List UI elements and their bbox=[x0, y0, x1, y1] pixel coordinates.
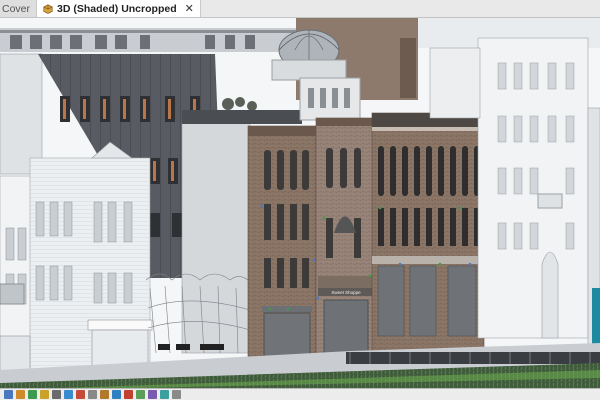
show-crop-icon[interactable] bbox=[88, 390, 97, 399]
tab-3d-shaded-uncropped[interactable]: 3D (Shaded) Uncropped ✕ bbox=[37, 0, 201, 17]
scale-icon[interactable] bbox=[4, 390, 13, 399]
reveal-hidden-icon[interactable] bbox=[124, 390, 133, 399]
detail-level-icon[interactable] bbox=[16, 390, 25, 399]
analytical-model-icon[interactable] bbox=[160, 390, 169, 399]
tab-3d-label: 3D (Shaded) Uncropped bbox=[57, 2, 177, 15]
highlight-displacement-icon[interactable] bbox=[148, 390, 157, 399]
tab-cover[interactable]: Cover bbox=[0, 0, 38, 17]
view-control-bar bbox=[0, 388, 600, 400]
shadows-icon[interactable] bbox=[52, 390, 61, 399]
close-tab-icon[interactable]: ✕ bbox=[185, 2, 194, 15]
temporary-hide-icon[interactable] bbox=[112, 390, 121, 399]
visual-style-icon[interactable] bbox=[28, 390, 37, 399]
storefront-sign: Sweet Shoppe bbox=[331, 290, 361, 295]
constraints-icon[interactable] bbox=[172, 390, 181, 399]
lock-view-icon[interactable] bbox=[100, 390, 109, 399]
building-model-render: Sweet Shoppe bbox=[0, 18, 600, 388]
tab-cover-label: Cover bbox=[2, 2, 31, 15]
crop-icon[interactable] bbox=[76, 390, 85, 399]
render-icon[interactable] bbox=[64, 390, 73, 399]
sun-path-icon[interactable] bbox=[40, 390, 49, 399]
3d-view-icon bbox=[43, 3, 53, 14]
worksharing-icon[interactable] bbox=[136, 390, 145, 399]
view-tab-bar: Cover 3D (Shaded) Uncropped ✕ bbox=[0, 0, 600, 18]
3d-view-canvas[interactable]: Sweet Shoppe bbox=[0, 18, 600, 388]
